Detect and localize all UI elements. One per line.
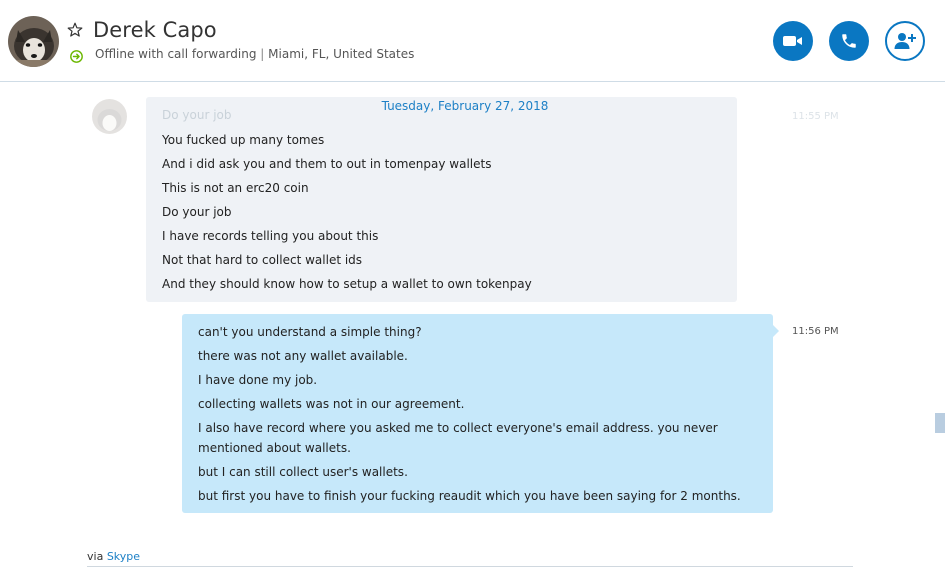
contact-location: Miami, FL, United States [268, 47, 415, 61]
scrollbar-thumb[interactable] [935, 413, 945, 433]
status-separator: | [260, 47, 265, 61]
add-participant-button[interactable] [885, 21, 925, 61]
contact-status: Offline with call forwarding [95, 47, 257, 61]
conversation-header: Derek Capo Offline with call forwarding … [0, 0, 945, 82]
divider [87, 566, 853, 567]
outgoing-message-line: mentioned about wallets. [198, 441, 351, 455]
incoming-message-bubble [146, 97, 737, 302]
call-forwarding-status-icon [70, 48, 83, 63]
bubble-tail [773, 325, 779, 337]
audio-call-button[interactable] [829, 21, 869, 61]
favorite-star-icon[interactable] [67, 22, 83, 38]
incoming-message-line: This is not an erc20 coin [162, 181, 309, 195]
outgoing-message-line: I have done my job. [198, 373, 318, 387]
video-call-button[interactable] [773, 21, 813, 61]
outgoing-message-bubble [182, 314, 779, 513]
incoming-message-line: Not that hard to collect wallet ids [162, 253, 363, 267]
outgoing-message-line: but first you have to finish your fuckin… [198, 489, 741, 503]
outgoing-message-line: but I can still collect user's wallets. [198, 465, 408, 479]
incoming-message-line: I have records telling you about this [162, 229, 379, 243]
message-source: via Skype [87, 550, 140, 563]
incoming-message-line: And i did ask you and them to out in tom… [162, 157, 492, 171]
outgoing-message-line: collecting wallets was not in our agreem… [198, 397, 465, 411]
contact-name: Derek Capo [93, 18, 217, 42]
contact-avatar[interactable] [8, 16, 59, 67]
skype-link[interactable]: Skype [107, 550, 140, 563]
outgoing-message-line: I also have record where you asked me to… [198, 421, 718, 435]
via-label: via [87, 550, 104, 563]
date-separator: Tuesday, February 27, 2018 [381, 99, 549, 113]
outgoing-message-line: can't you understand a simple thing? [198, 325, 422, 339]
outgoing-message-line: there was not any wallet available. [198, 349, 408, 363]
add-person-icon [894, 33, 916, 49]
video-camera-icon [783, 36, 802, 46]
incoming-message-line: And they should know how to setup a wall… [162, 277, 532, 291]
incoming-message-line: You fucked up many tomes [162, 133, 325, 147]
message-timestamp: 11:56 PM [792, 326, 839, 337]
incoming-message-line: Do your job [162, 205, 232, 219]
phone-icon [842, 34, 856, 48]
